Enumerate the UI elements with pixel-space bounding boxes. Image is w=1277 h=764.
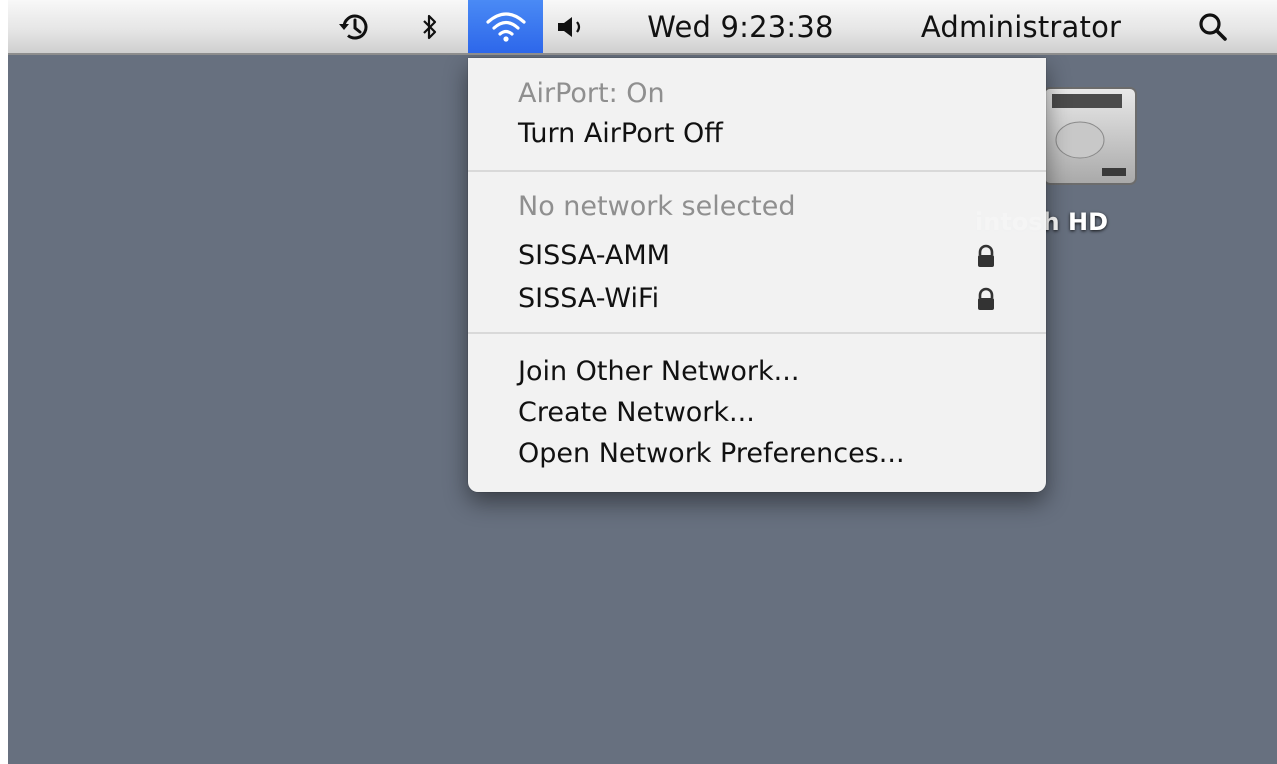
open-network-preferences-item[interactable]: Open Network Preferences... bbox=[518, 438, 905, 469]
spotlight-search-icon[interactable] bbox=[1188, 0, 1238, 53]
network-item-sissa-amm[interactable]: SISSA-AMM bbox=[518, 240, 670, 271]
turn-airport-off-item[interactable]: Turn AirPort Off bbox=[518, 118, 723, 149]
menu-bar: Wed 9:23:38 Administrator bbox=[8, 0, 1277, 55]
join-other-network-item[interactable]: Join Other Network... bbox=[518, 356, 799, 387]
create-network-item[interactable]: Create Network... bbox=[518, 397, 755, 428]
network-item-sissa-wifi[interactable]: SISSA-WiFi bbox=[518, 283, 659, 314]
lock-icon bbox=[976, 287, 996, 311]
lock-icon bbox=[976, 244, 996, 268]
clock[interactable]: Wed 9:23:38 bbox=[623, 0, 858, 53]
airport-menu: AirPort: On Turn AirPort Off No network … bbox=[468, 58, 1046, 492]
hard-disk-icon[interactable] bbox=[1032, 82, 1142, 188]
menu-separator bbox=[468, 170, 1046, 172]
airport-wifi-icon[interactable] bbox=[468, 0, 543, 53]
airport-status: AirPort: On bbox=[518, 78, 665, 109]
bluetooth-icon[interactable] bbox=[413, 0, 447, 53]
user-name[interactable]: Administrator bbox=[886, 0, 1156, 53]
menu-separator bbox=[468, 332, 1046, 334]
network-header: No network selected bbox=[518, 191, 796, 222]
time-machine-icon[interactable] bbox=[330, 0, 378, 53]
volume-icon[interactable] bbox=[548, 0, 596, 53]
